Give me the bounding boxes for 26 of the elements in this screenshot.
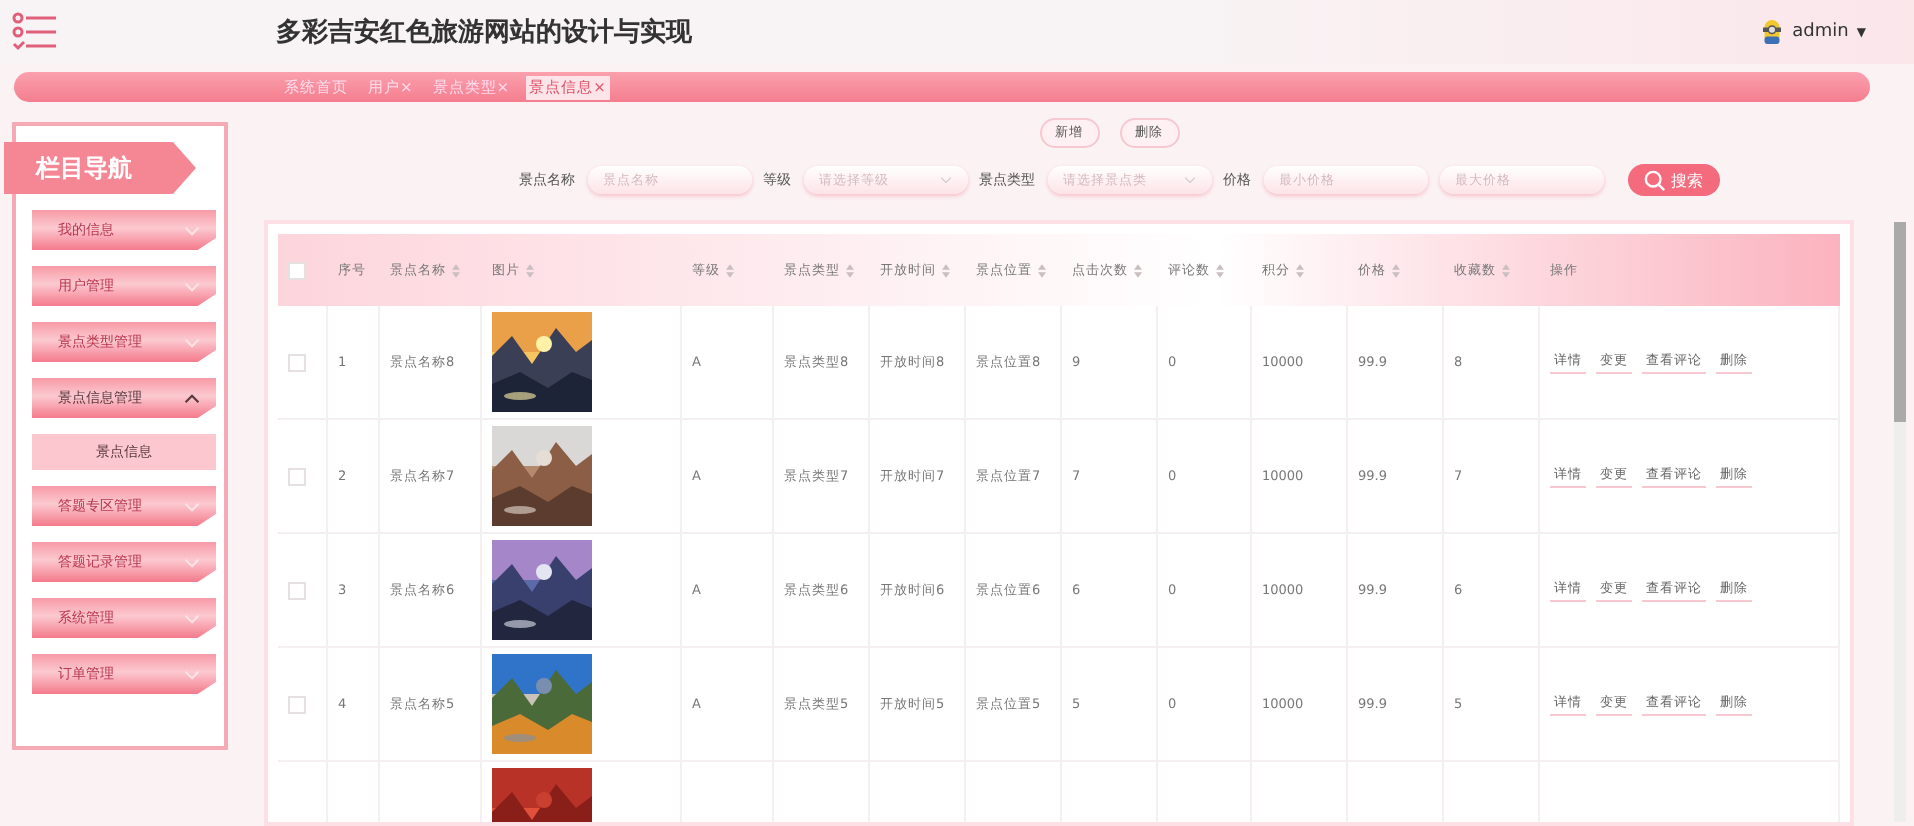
checkbox[interactable]: [288, 581, 306, 599]
checkbox[interactable]: [288, 467, 306, 485]
menu-icon[interactable]: [12, 12, 60, 52]
sort-icon[interactable]: [1134, 263, 1142, 277]
avatar-icon: [1760, 18, 1785, 46]
chevron-icon: [1183, 176, 1195, 184]
sort-icon[interactable]: [1038, 263, 1046, 277]
checkbox[interactable]: [288, 261, 306, 279]
checkbox[interactable]: [288, 695, 306, 713]
username[interactable]: admin: [1792, 22, 1849, 42]
sort-icon[interactable]: [1502, 263, 1510, 277]
sort-icon[interactable]: [726, 263, 734, 277]
site-title: 多彩吉安红色旅游网站的设计与实现: [276, 15, 692, 50]
sort-icon[interactable]: [1216, 263, 1224, 277]
search-icon: [1643, 169, 1665, 191]
scrollbar[interactable]: [1894, 222, 1906, 822]
sort-icon[interactable]: [452, 263, 460, 277]
sort-icon[interactable]: [942, 263, 950, 277]
sidebar-title: 栏目导航: [4, 142, 196, 194]
sort-icon[interactable]: [1392, 263, 1400, 277]
sort-icon[interactable]: [526, 263, 534, 277]
search-button[interactable]: 搜索: [1627, 164, 1719, 196]
checkbox[interactable]: [288, 353, 306, 371]
sort-icon[interactable]: [1296, 263, 1304, 277]
sort-icon[interactable]: [846, 263, 854, 277]
chevron-icon: [939, 176, 951, 184]
